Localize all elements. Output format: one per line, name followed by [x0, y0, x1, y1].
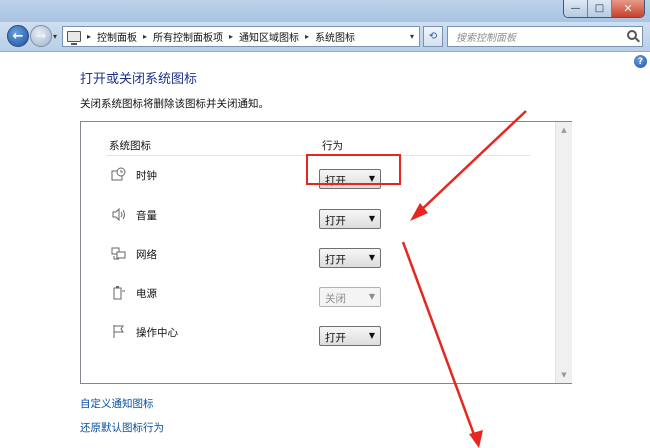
breadcrumb-control-panel[interactable]: 控制面板: [97, 29, 137, 44]
page-title: 打开或关闭系统图标: [80, 72, 198, 87]
annotation-highlight-box: [306, 154, 401, 185]
breadcrumb-chevron-icon[interactable]: ▸: [87, 32, 91, 41]
back-button[interactable]: ←: [7, 25, 29, 47]
search-input[interactable]: 搜索控制面板: [447, 26, 643, 47]
scroll-down-icon[interactable]: ▼: [556, 367, 572, 383]
page-description: 关闭系统图标将删除该图标并关闭通知。: [80, 98, 269, 110]
power-icon: [113, 286, 125, 300]
breadcrumb-chevron-icon[interactable]: ▸: [229, 32, 233, 41]
breadcrumb-system-icons[interactable]: 系统图标: [315, 29, 355, 44]
dropdown-arrow-icon: ▼: [368, 331, 375, 340]
volume-behavior-select[interactable]: 打开 ▼: [319, 209, 381, 229]
content-area: ? 打开或关闭系统图标 关闭系统图标将删除该图标并关闭通知。 系统图标 行为 时…: [0, 52, 650, 448]
forward-button[interactable]: →: [30, 25, 52, 47]
row-label-network: 网络: [136, 249, 157, 261]
row-label-action-center: 操作中心: [136, 327, 178, 339]
row-label-clock: 时钟: [136, 170, 157, 182]
minimize-button[interactable]: —: [564, 0, 588, 17]
dropdown-arrow-icon: ▼: [368, 253, 375, 262]
title-bar: — □ ✕: [0, 0, 650, 22]
refresh-icon: ⟲: [428, 31, 438, 42]
row-label-volume: 音量: [136, 210, 157, 222]
flag-icon: [113, 325, 124, 338]
search-icon[interactable]: [627, 30, 637, 40]
power-behavior-select[interactable]: 关闭 ▼: [319, 287, 381, 307]
window-controls: — □ ✕: [563, 0, 645, 18]
network-icon: [111, 247, 126, 260]
maximize-button[interactable]: □: [588, 0, 612, 17]
action-center-behavior-select[interactable]: 打开 ▼: [319, 326, 381, 346]
recent-pages-dropdown-icon[interactable]: ▾: [53, 32, 57, 41]
restore-default-behaviors-link[interactable]: 还原默认图标行为: [80, 420, 164, 435]
breadcrumb-all-items[interactable]: 所有控制面板项: [153, 29, 223, 44]
dropdown-arrow-icon: ▼: [368, 214, 375, 223]
vertical-scrollbar[interactable]: ▲ ▼: [555, 122, 572, 383]
scroll-up-icon[interactable]: ▲: [556, 122, 572, 138]
column-header-behavior: 行为: [322, 140, 343, 152]
dropdown-arrow-icon: ▼: [368, 292, 375, 301]
navigation-bar: ← → ▾ ▸ 控制面板 ▸ 所有控制面板项 ▸ 通知区域图标 ▸ 系统图标 ▾…: [0, 22, 650, 52]
address-bar[interactable]: ▸ 控制面板 ▸ 所有控制面板项 ▸ 通知区域图标 ▸ 系统图标 ▾: [62, 26, 420, 47]
network-behavior-select[interactable]: 打开 ▼: [319, 248, 381, 268]
clock-icon: [111, 167, 126, 181]
row-label-power: 电源: [136, 288, 157, 300]
customize-notification-icons-link[interactable]: 自定义通知图标: [80, 396, 154, 411]
volume-icon: [112, 207, 125, 222]
breadcrumb-chevron-icon[interactable]: ▸: [305, 32, 309, 41]
search-placeholder: 搜索控制面板: [456, 33, 516, 44]
address-dropdown-icon[interactable]: ▾: [405, 27, 419, 46]
help-icon[interactable]: ?: [634, 55, 647, 68]
control-panel-icon: [67, 31, 81, 45]
breadcrumb-chevron-icon[interactable]: ▸: [143, 32, 147, 41]
breadcrumb-notification-icons[interactable]: 通知区域图标: [239, 29, 299, 44]
close-button[interactable]: ✕: [612, 0, 644, 17]
column-header-icons: 系统图标: [109, 140, 151, 152]
refresh-button[interactable]: ⟲: [423, 26, 443, 47]
